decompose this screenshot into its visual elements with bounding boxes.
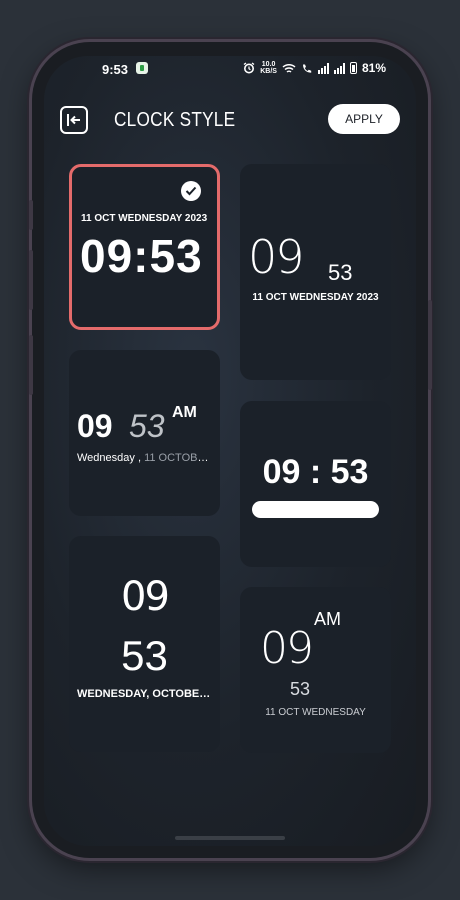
clock-style-card-1[interactable]: 11 OCT WEDNESDAY 2023 09:53	[69, 164, 220, 330]
clock-style-card-4[interactable]: 09 : 53	[240, 401, 391, 567]
header: CLOCK STYLE APPLY	[44, 102, 416, 142]
clock-style-card-3[interactable]: 09 53 AM Wednesday , 11 OCTOBER 2023	[69, 350, 220, 516]
clock-minute: 53	[328, 260, 353, 285]
clock-day: Wednesday ,	[77, 452, 142, 464]
clock-date-line: Wednesday , 11 OCTOBER 2023	[77, 452, 212, 464]
clock-minute: 53	[121, 632, 168, 679]
status-bar: 9:53 10.0 KB/S 81%	[44, 56, 416, 84]
clock-minute: 53	[290, 679, 311, 699]
check-icon	[181, 181, 201, 201]
signal-icon-2	[333, 62, 345, 74]
clock-hour: 09	[248, 230, 305, 284]
battery-icon	[349, 62, 357, 74]
clock-style-card-5[interactable]: 09 53 WEDNESDAY, OCTOBER 11	[69, 536, 220, 752]
clock-style-card-6[interactable]: 09 AM 53 11 OCT WEDNESDAY	[240, 587, 391, 753]
wifi-icon	[282, 63, 296, 73]
home-indicator[interactable]	[175, 836, 285, 840]
clock-minute: 53	[129, 408, 165, 444]
battery-percent: 81%	[361, 61, 386, 75]
status-icons: 10.0 KB/S 81%	[243, 61, 386, 75]
page-title: CLOCK STYLE	[114, 109, 236, 131]
progress-bar	[252, 501, 379, 518]
network-speed-value: 10.0	[261, 61, 276, 68]
apply-button[interactable]: APPLY	[328, 104, 400, 134]
clock-ampm: AM	[314, 609, 341, 629]
network-speed-unit: KB/S	[260, 68, 277, 75]
status-time: 9:53	[102, 62, 129, 77]
alarm-icon	[243, 62, 255, 74]
volume-button	[29, 335, 33, 395]
call-icon	[302, 64, 312, 73]
clock-hour: 09	[260, 623, 314, 674]
power-button	[428, 300, 432, 390]
back-button[interactable]	[60, 106, 88, 134]
clock-ampm: AM	[172, 404, 197, 421]
notification-icon	[136, 62, 148, 74]
clock-date: WEDNESDAY, OCTOBER 11	[77, 688, 212, 700]
volume-button	[29, 200, 33, 230]
back-arrow-icon	[67, 114, 80, 126]
clock-style-card-2[interactable]: 09 53 11 OCT WEDNESDAY 2023	[240, 164, 391, 380]
clock-date: 11 OCTOBER 2023	[144, 452, 212, 464]
clock-date: 11 OCT WEDNESDAY 2023	[252, 292, 379, 303]
volume-button	[29, 250, 33, 310]
screen: 9:53 10.0 KB/S 81% CLOCK STYLE APPLY 11 …	[44, 56, 416, 846]
clock-hour: 09	[121, 574, 170, 620]
network-speed: 10.0 KB/S	[260, 61, 277, 75]
clock-date: 11 OCT WEDNESDAY	[265, 707, 366, 718]
clock-hour: 09	[77, 408, 113, 444]
clock-date: 11 OCT WEDNESDAY 2023	[81, 213, 208, 224]
clock-time: 09:53	[80, 230, 203, 282]
signal-icon	[317, 62, 329, 74]
clock-time: 09 : 53	[262, 453, 369, 491]
